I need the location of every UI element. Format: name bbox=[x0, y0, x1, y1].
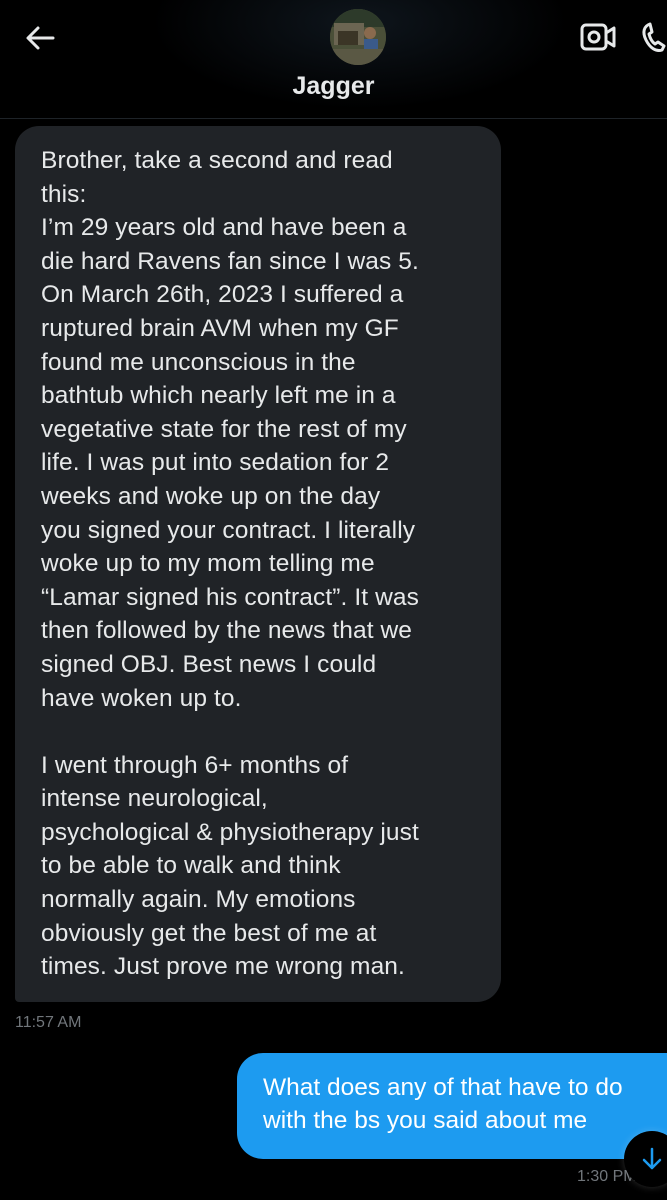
video-call-icon bbox=[580, 23, 616, 51]
outgoing-message-text: What does any of that have to do with th… bbox=[263, 1074, 623, 1134]
phone-call-button[interactable] bbox=[638, 16, 667, 56]
outgoing-message-bubble[interactable]: What does any of that have to do with th… bbox=[237, 1053, 667, 1159]
incoming-message-timestamp: 11:57 AM bbox=[15, 1014, 82, 1031]
contact-name[interactable]: Jagger bbox=[0, 72, 667, 101]
conversation-header: Jagger bbox=[0, 0, 667, 119]
phone-icon bbox=[642, 22, 666, 52]
contact-avatar[interactable] bbox=[330, 9, 386, 65]
avatar-image bbox=[330, 9, 386, 65]
video-call-button[interactable] bbox=[580, 20, 616, 54]
arrow-left-icon bbox=[26, 26, 55, 50]
incoming-message-bubble[interactable]: Brother, take a second and read this: I’… bbox=[15, 126, 501, 1002]
arrow-down-icon bbox=[642, 1147, 662, 1170]
incoming-message-text: Brother, take a second and read this: I’… bbox=[41, 147, 419, 981]
back-button[interactable] bbox=[20, 18, 60, 58]
